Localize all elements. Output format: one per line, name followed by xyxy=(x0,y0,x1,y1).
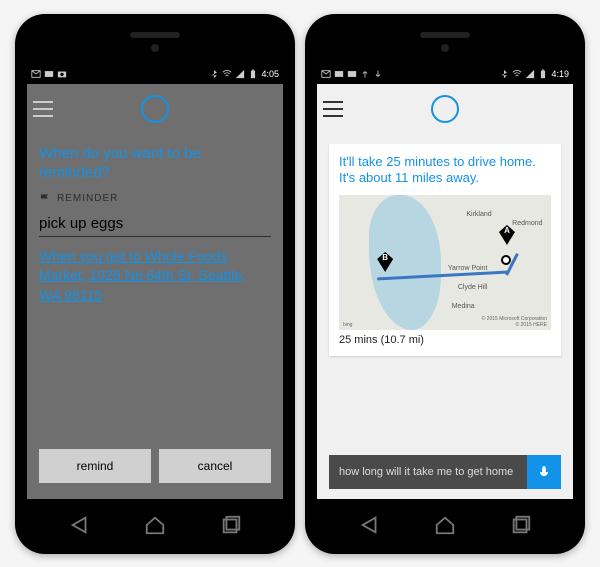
status-time: 4:19 xyxy=(551,69,569,79)
map-pin-a: A xyxy=(499,225,515,245)
screen-left: 4:05 When do you want to be reminded? RE… xyxy=(27,64,283,499)
menu-button[interactable] xyxy=(323,101,343,117)
answer-card: It'll take 25 minutes to drive home. It'… xyxy=(329,144,561,357)
cancel-button[interactable]: cancel xyxy=(159,449,271,483)
card-icon xyxy=(44,69,54,79)
wifi-icon xyxy=(512,69,522,79)
recent-icon[interactable] xyxy=(510,514,532,536)
recent-icon[interactable] xyxy=(220,514,242,536)
reminder-tag: REMINDER xyxy=(39,193,271,205)
envelope-icon xyxy=(321,69,331,79)
home-icon[interactable] xyxy=(144,514,166,536)
map-bing-logo: bing xyxy=(343,322,352,328)
download-icon xyxy=(373,69,383,79)
card-icon xyxy=(347,69,357,79)
cortana-icon[interactable] xyxy=(431,95,459,123)
route-summary: 25 mins (10.7 mi) xyxy=(339,334,551,346)
battery-icon xyxy=(538,69,548,79)
cortana-icon[interactable] xyxy=(141,95,169,123)
bluetooth-icon xyxy=(499,69,509,79)
menu-button[interactable] xyxy=(33,101,53,117)
map-label-redmond: Redmond xyxy=(512,220,542,227)
reminder-label: REMINDER xyxy=(57,193,118,204)
remind-button[interactable]: remind xyxy=(39,449,151,483)
flag-icon xyxy=(39,193,51,205)
home-icon[interactable] xyxy=(434,514,456,536)
android-nav-bar xyxy=(305,510,585,540)
mic-button[interactable] xyxy=(527,455,561,489)
signal-icon xyxy=(235,69,245,79)
card-icon xyxy=(334,69,344,79)
signal-icon xyxy=(525,69,535,79)
map-label-kirkland: Kirkland xyxy=(466,211,491,218)
upload-icon xyxy=(360,69,370,79)
map-origin-marker xyxy=(501,255,511,265)
query-input[interactable] xyxy=(329,466,527,478)
reminder-task-input[interactable]: pick up eggs xyxy=(39,215,271,237)
answer-text: It'll take 25 minutes to drive home. It'… xyxy=(339,154,551,188)
android-nav-bar xyxy=(15,510,295,540)
camera-icon xyxy=(57,69,67,79)
content-area: It'll take 25 minutes to drive home. It'… xyxy=(317,134,573,499)
reminder-location-link[interactable]: When you get to Whole Foods Market, 1026… xyxy=(39,247,271,306)
status-bar: 4:05 xyxy=(27,64,283,84)
content-area: When do you want to be reminded? REMINDE… xyxy=(27,134,283,499)
back-icon[interactable] xyxy=(359,514,381,536)
map-label-clyde: Clyde Hill xyxy=(458,284,488,291)
mic-icon xyxy=(537,465,551,479)
map-label-yarrow: Yarrow Point xyxy=(448,265,488,272)
route-map[interactable]: A B Kirkland Redmond Yarrow Point Clyde … xyxy=(339,195,551,330)
button-row: remind cancel xyxy=(39,449,271,489)
app-header xyxy=(317,84,573,134)
battery-icon xyxy=(248,69,258,79)
prompt-text: When do you want to be reminded? xyxy=(39,144,271,183)
screen-right: 4:19 It'll take 25 minutes to drive home… xyxy=(317,64,573,499)
status-bar: 4:19 xyxy=(317,64,573,84)
phone-right: 4:19 It'll take 25 minutes to drive home… xyxy=(305,14,585,554)
app-header xyxy=(27,84,283,134)
phone-left: 4:05 When do you want to be reminded? RE… xyxy=(15,14,295,554)
bluetooth-icon xyxy=(209,69,219,79)
envelope-icon xyxy=(31,69,41,79)
status-time: 4:05 xyxy=(261,69,279,79)
wifi-icon xyxy=(222,69,232,79)
map-attribution: © 2015 Microsoft Corporation © 2015 HERE xyxy=(482,316,547,328)
query-input-bar xyxy=(329,455,561,489)
map-label-medina: Medina xyxy=(452,303,475,310)
back-icon[interactable] xyxy=(69,514,91,536)
